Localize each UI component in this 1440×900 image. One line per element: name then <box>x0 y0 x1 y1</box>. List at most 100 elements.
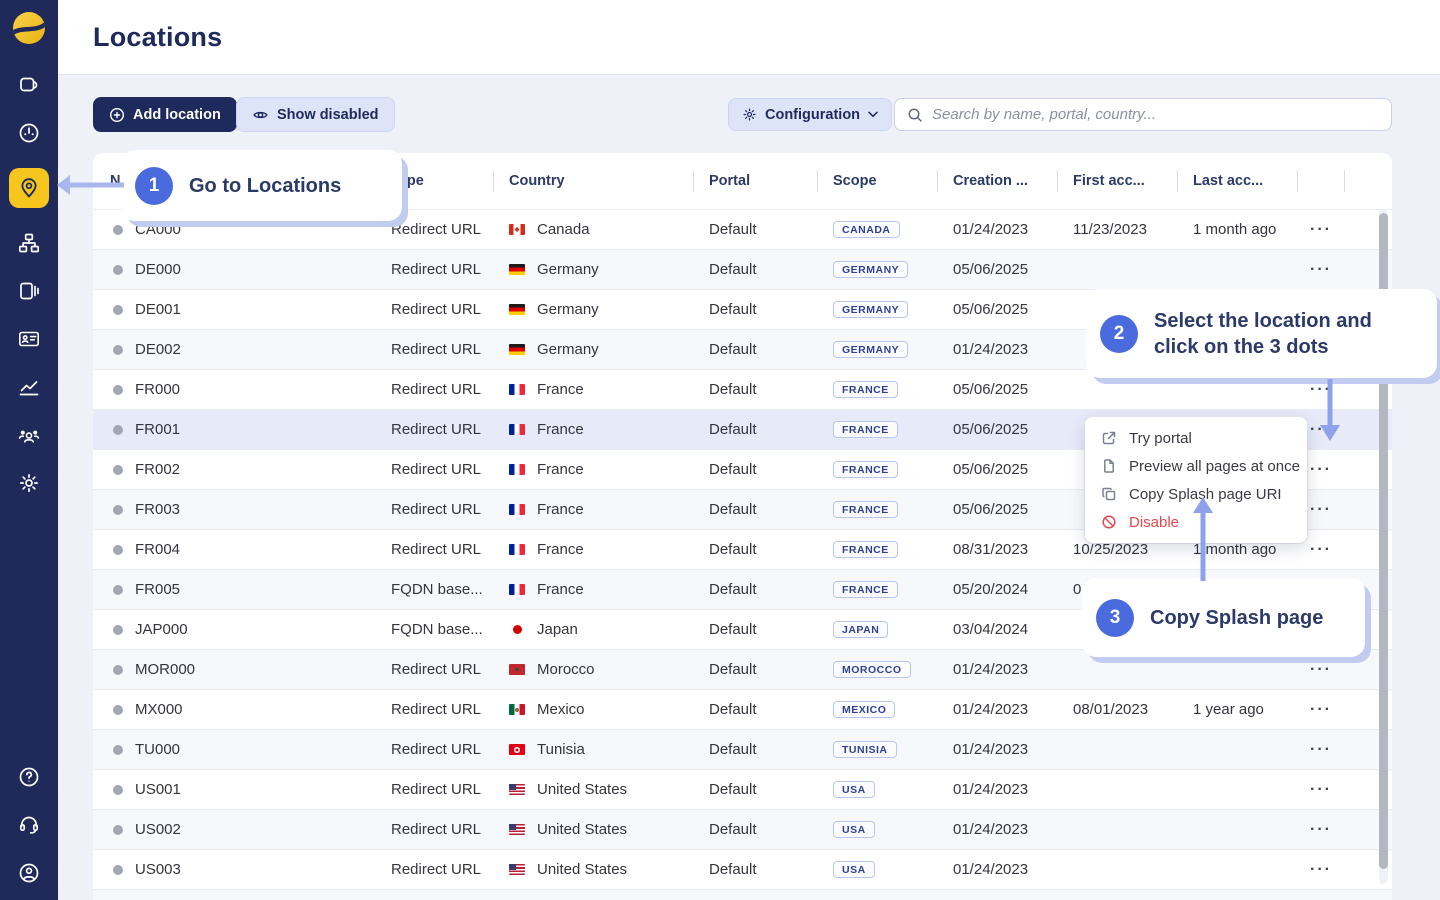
row-actions-button[interactable]: ··· <box>1310 741 1332 758</box>
status-dot <box>113 265 123 275</box>
cell-country: Tunisia <box>493 741 693 758</box>
cell-creation-date: 01/24/2023 <box>937 741 1057 758</box>
column-header-last-access[interactable]: Last acc... <box>1177 153 1297 209</box>
row-actions-button[interactable]: ··· <box>1310 461 1332 478</box>
search-icon <box>907 107 923 123</box>
row-actions-button[interactable]: ··· <box>1310 781 1332 798</box>
row-actions-button[interactable]: ··· <box>1310 821 1332 838</box>
scope-badge: MOROCCO <box>833 661 911 679</box>
cell-creation-date: 01/24/2023 <box>937 341 1057 358</box>
eye-icon <box>252 107 269 123</box>
cell-country: France <box>493 421 693 438</box>
cell-portal: Default <box>693 221 817 238</box>
show-disabled-button[interactable]: Show disabled <box>236 97 395 132</box>
search-input[interactable] <box>932 106 1379 123</box>
panels-icon[interactable] <box>9 278 49 304</box>
row-actions-button[interactable]: ··· <box>1310 541 1332 558</box>
cell-country: Mexico <box>493 701 693 718</box>
menu-item-label: Try portal <box>1129 430 1192 447</box>
locations-icon[interactable] <box>9 168 49 208</box>
cell-portal: Default <box>693 461 817 478</box>
scope-badge: FRANCE <box>833 421 898 439</box>
menu-item-preview-all-pages-at-once[interactable]: Preview all pages at once <box>1085 452 1307 480</box>
table-row[interactable]: US002Redirect URLUnited StatesDefaultUSA… <box>93 809 1392 849</box>
cell-type: Redirect URL <box>375 701 493 718</box>
row-actions-button[interactable]: ··· <box>1310 421 1332 438</box>
support-icon[interactable] <box>9 812 49 838</box>
cell-creation-date: 01/24/2023 <box>937 781 1057 798</box>
scope-badge: JAPAN <box>833 621 888 639</box>
cell-country: United States <box>493 861 693 878</box>
users-icon[interactable] <box>9 422 49 448</box>
menu-item-disable[interactable]: Disable <box>1085 508 1307 536</box>
cell-country: Germany <box>493 341 693 358</box>
cell-scope: GERMANY <box>817 261 937 279</box>
cell-portal: Default <box>693 781 817 798</box>
row-actions-button[interactable]: ··· <box>1310 381 1332 398</box>
scope-badge: FRANCE <box>833 541 898 559</box>
scope-badge: USA <box>833 861 875 879</box>
cell-country: United States <box>493 821 693 838</box>
cell-scope: MOROCCO <box>817 661 937 679</box>
cell-scope: USA <box>817 821 937 839</box>
cell-country: France <box>493 581 693 598</box>
cell-actions: ··· <box>1297 261 1345 279</box>
cell-country: Germany <box>493 301 693 318</box>
country-flag-icon <box>509 744 525 755</box>
scope-badge: USA <box>833 781 875 799</box>
dashboard-icon[interactable] <box>9 120 49 146</box>
contact-card-icon[interactable] <box>9 326 49 352</box>
cell-portal: Default <box>693 541 817 558</box>
row-actions-button[interactable]: ··· <box>1310 221 1332 238</box>
scope-badge: GERMANY <box>833 301 908 319</box>
cell-portal: Default <box>693 501 817 518</box>
cell-country: Canada <box>493 221 693 238</box>
file-icon <box>1101 458 1117 474</box>
column-header-country[interactable]: Country <box>493 153 693 209</box>
table-row[interactable]: US003Redirect URLUnited StatesDefaultUSA… <box>93 849 1392 889</box>
country-flag-icon <box>509 264 525 275</box>
table-row[interactable]: USA <box>93 889 1392 900</box>
table-row[interactable]: US001Redirect URLUnited StatesDefaultUSA… <box>93 769 1392 809</box>
row-actions-button[interactable]: ··· <box>1310 501 1332 518</box>
brand-logo[interactable] <box>9 8 49 48</box>
help-icon[interactable] <box>9 764 49 790</box>
country-flag-icon <box>509 504 525 515</box>
column-header-scope[interactable]: Scope <box>817 153 937 209</box>
plus-circle-icon <box>109 107 125 123</box>
step-number-badge: 1 <box>135 167 173 205</box>
cell-name: FR005 <box>93 581 375 598</box>
table-row[interactable]: DE000Redirect URLGermanyDefaultGERMANY05… <box>93 249 1392 289</box>
column-header-portal[interactable]: Portal <box>693 153 817 209</box>
table-row[interactable]: MX000Redirect URLMexicoDefaultMEXICO01/2… <box>93 689 1392 729</box>
row-actions-button[interactable]: ··· <box>1310 661 1332 678</box>
column-header-first-access[interactable]: First acc... <box>1057 153 1177 209</box>
row-actions-button[interactable]: ··· <box>1310 861 1332 878</box>
country-flag-icon <box>509 344 525 355</box>
settings-icon[interactable] <box>9 470 49 496</box>
portal-icon[interactable] <box>9 72 49 98</box>
cell-name: MOR000 <box>93 661 375 678</box>
column-header-creation[interactable]: Creation ... <box>937 153 1057 209</box>
table-row[interactable]: TU000Redirect URLTunisiaDefaultTUNISIA01… <box>93 729 1392 769</box>
callout-step-1: 1 Go to Locations <box>121 150 402 221</box>
scope-badge: CANADA <box>833 221 900 239</box>
status-dot <box>113 785 123 795</box>
cell-name: FR000 <box>93 381 375 398</box>
row-actions-button[interactable]: ··· <box>1310 701 1332 718</box>
row-actions-button[interactable]: ··· <box>1310 261 1332 278</box>
add-location-button[interactable]: Add location <box>93 97 237 132</box>
account-icon[interactable] <box>9 860 49 886</box>
network-icon[interactable] <box>9 230 49 256</box>
top-band <box>58 0 1440 75</box>
column-header-actions <box>1297 153 1345 209</box>
add-location-label: Add location <box>133 107 221 123</box>
menu-item-try-portal[interactable]: Try portal <box>1085 424 1307 452</box>
cell-creation-date: 01/24/2023 <box>937 701 1057 718</box>
configuration-button[interactable]: Configuration <box>728 98 892 131</box>
analytics-icon[interactable] <box>9 374 49 400</box>
country-flag-icon <box>509 224 525 235</box>
menu-item-copy-splash-page-uri[interactable]: Copy Splash page URI <box>1085 480 1307 508</box>
cell-creation-date: 05/06/2025 <box>937 501 1057 518</box>
cell-portal: Default <box>693 301 817 318</box>
